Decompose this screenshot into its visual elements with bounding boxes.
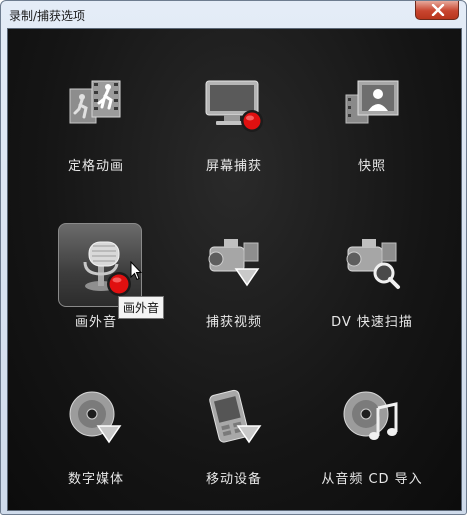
- tile-label: DV 快速扫描: [331, 315, 413, 330]
- tile-screen-capture[interactable]: 屏幕捕获: [164, 41, 304, 191]
- tile-snapshot[interactable]: 快照: [302, 41, 442, 191]
- voiceover-microphone-icon: [83, 241, 131, 296]
- tile-label: 定格动画: [67, 159, 124, 174]
- capture-options-window: 录制/捕获选项 定格动画 屏幕捕获 快照 画外音 捕获视频 DV 快速扫描 数字…: [0, 0, 467, 515]
- tile-capture-video[interactable]: 捕获视频: [164, 197, 304, 347]
- close-icon: [431, 4, 445, 16]
- capture-options-panel: 定格动画 屏幕捕获 快照 画外音 捕获视频 DV 快速扫描 数字媒体 移动设备 …: [7, 28, 462, 511]
- stop-motion-film-icon: [69, 80, 121, 124]
- tile-voiceover[interactable]: 画外音: [26, 197, 166, 347]
- tile-label: 屏幕捕获: [205, 159, 262, 174]
- tile-label: 快照: [357, 159, 386, 174]
- tile-label: 移动设备: [205, 472, 262, 487]
- title-bar[interactable]: 录制/捕获选项: [1, 1, 466, 29]
- tile-label: 从音频 CD 导入: [321, 472, 423, 487]
- close-button[interactable]: [415, 1, 459, 20]
- tile-audio-cd-import[interactable]: 从音频 CD 导入: [302, 354, 442, 504]
- dv-quick-scan-icon: [346, 239, 400, 289]
- tile-label: 数字媒体: [67, 472, 124, 487]
- window-title: 录制/捕获选项: [9, 9, 86, 23]
- tile-dv-quick-scan[interactable]: DV 快速扫描: [302, 197, 442, 347]
- tooltip: 画外音: [118, 296, 165, 319]
- tile-label: 捕获视频: [205, 315, 262, 330]
- tile-stop-motion[interactable]: 定格动画: [26, 41, 166, 191]
- audio-cd-import-icon: [343, 391, 398, 440]
- mobile-device-icon: [209, 389, 262, 444]
- screen-capture-monitor-icon: [205, 80, 263, 132]
- capture-video-camera-icon: [208, 239, 260, 287]
- tile-digital-media[interactable]: 数字媒体: [26, 354, 166, 504]
- digital-media-disc-icon: [69, 391, 122, 444]
- tile-mobile-device[interactable]: 移动设备: [164, 354, 304, 504]
- mouse-pointer-icon: [130, 261, 142, 281]
- snapshot-photo-icon: [345, 80, 399, 124]
